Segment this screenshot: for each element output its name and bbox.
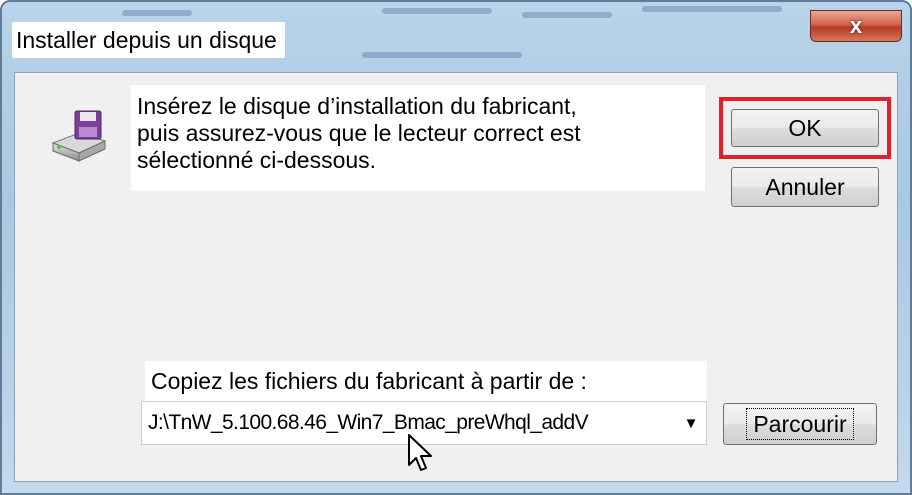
message-line: sélectionné ci-dessous. [137, 147, 377, 173]
close-icon: x [849, 13, 863, 38]
floppy-disk-drive-icon [51, 110, 107, 162]
dialog-body: Insérez le disque d’installation du fabr… [14, 72, 898, 482]
close-button[interactable]: x [810, 10, 902, 42]
mouse-pointer-icon [408, 434, 432, 471]
message-line: puis assurez-vous que le lecteur correct… [137, 120, 581, 146]
cancel-button[interactable]: Annuler [731, 167, 879, 207]
instruction-message: Insérez le disque d’installation du fabr… [131, 85, 705, 191]
install-from-disk-dialog: Installer depuis un disque x Insérez le … [0, 0, 912, 495]
copy-from-label: Copiez les fichiers du fabricant à parti… [145, 361, 707, 401]
message-line: Insérez le disque d’installation du fabr… [137, 93, 577, 119]
browse-button[interactable]: Parcourir [723, 403, 877, 445]
window-title: Installer depuis un disque [12, 22, 285, 58]
title-bar-glass-streak [522, 12, 612, 18]
ok-button[interactable]: OK [731, 109, 879, 147]
title-bar-glass-streak [382, 8, 492, 14]
title-bar-glass-streak [362, 52, 522, 58]
title-bar-glass-streak [122, 10, 192, 16]
title-bar[interactable]: Installer depuis un disque x [2, 2, 910, 70]
title-bar-glass-streak [642, 6, 782, 12]
chevron-down-icon[interactable]: ▼ [680, 412, 702, 434]
browse-button-label: Parcourir [746, 408, 854, 440]
